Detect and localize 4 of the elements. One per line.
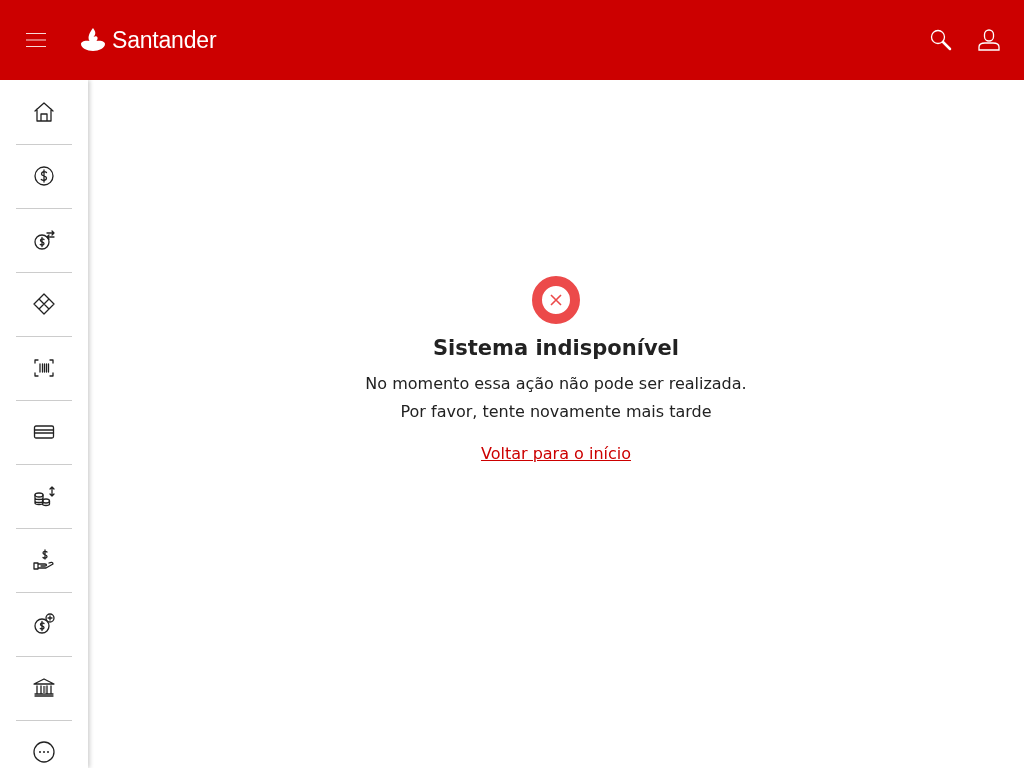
brand-name: Santander	[112, 26, 217, 54]
error-message: No momento essa ação não pode ser realizada. Por favor, tente novamente mais tarde	[364, 373, 748, 423]
error-title: Sistema indisponível	[432, 336, 680, 360]
back-home-link[interactable]: Voltar para o início	[480, 444, 631, 463]
